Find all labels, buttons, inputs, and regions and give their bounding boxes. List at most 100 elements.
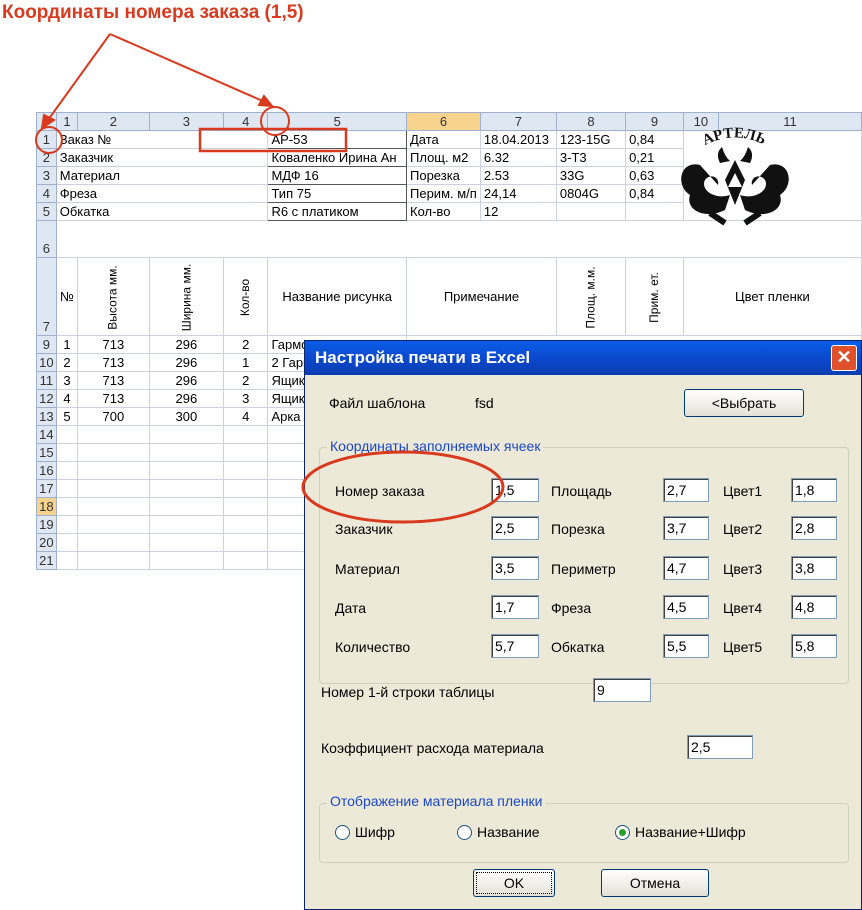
radio-name-code[interactable] (615, 825, 630, 840)
row-header[interactable]: 9 (36, 335, 57, 354)
row-header[interactable]: 1 (36, 130, 57, 149)
cell[interactable]: 2 (55, 353, 79, 372)
row-header[interactable]: 10 (36, 353, 57, 372)
quantity-field[interactable]: 5,7 (491, 634, 539, 658)
cancel-button[interactable]: Отмена (601, 869, 709, 897)
col-header-selected[interactable]: 6 (406, 112, 481, 131)
cell[interactable]: Дата (406, 130, 481, 149)
cell[interactable]: Материал (55, 166, 269, 185)
col-header[interactable]: 2 (77, 112, 150, 131)
header-width[interactable]: Ширина мм. (148, 257, 225, 336)
cell[interactable]: 713 (77, 389, 150, 408)
row-header[interactable]: 19 (36, 515, 57, 534)
customer-field[interactable]: 2,5 (491, 516, 539, 540)
cell[interactable]: 700 (77, 407, 150, 426)
cell[interactable]: 296 (148, 335, 225, 354)
row-header[interactable]: 16 (36, 461, 57, 480)
area-field[interactable]: 2,7 (663, 478, 709, 502)
cell[interactable]: 296 (148, 371, 225, 390)
cell[interactable]: Обкатка (55, 202, 269, 221)
cell[interactable]: 24,14 (479, 184, 557, 203)
cell[interactable]: 296 (148, 389, 225, 408)
row-header[interactable]: 4 (36, 184, 57, 203)
row-header[interactable]: 11 (36, 371, 57, 390)
cell[interactable]: 3 (223, 389, 269, 408)
color4-field[interactable]: 4,8 (791, 595, 837, 619)
cell[interactable]: Заказ № (55, 130, 269, 149)
color1-field[interactable]: 1,8 (791, 478, 837, 502)
cell[interactable]: Перим. м/п (406, 184, 481, 203)
cell[interactable]: 12 (479, 202, 557, 221)
cell[interactable]: 3 (55, 371, 79, 390)
row-header[interactable]: 21 (36, 551, 57, 570)
cell[interactable]: МДФ 16 (267, 166, 407, 185)
cell[interactable]: 18.04.2013 (479, 130, 557, 149)
row-header[interactable]: 6 (36, 220, 57, 258)
cell[interactable]: 2 (223, 335, 269, 354)
cell[interactable]: Тип 75 (267, 184, 407, 203)
cell[interactable]: 300 (148, 407, 225, 426)
header-area[interactable]: Площ. м.м. (555, 257, 627, 336)
cell[interactable] (555, 202, 627, 221)
color3-field[interactable]: 3,8 (791, 556, 837, 580)
color5-field[interactable]: 5,8 (791, 634, 837, 658)
material-field[interactable]: 3,5 (491, 556, 539, 580)
cell[interactable]: 4 (55, 389, 79, 408)
cell-order-number[interactable]: АР-53 (267, 130, 407, 149)
col-header[interactable]: 1 (55, 112, 79, 131)
cell[interactable]: 5 (55, 407, 79, 426)
cell[interactable]: 1 (223, 353, 269, 372)
row-header[interactable]: 12 (36, 389, 57, 408)
cutting-field[interactable]: 3,7 (663, 516, 709, 540)
rolling-field[interactable]: 5,5 (663, 634, 709, 658)
cell[interactable]: 713 (77, 353, 150, 372)
cell[interactable]: 4 (223, 407, 269, 426)
close-icon[interactable]: ✕ (831, 345, 857, 371)
col-header[interactable]: 5 (267, 112, 407, 131)
row-header[interactable]: 15 (36, 443, 57, 462)
row-header[interactable]: 20 (36, 533, 57, 552)
header-note[interactable]: Примечание (406, 257, 557, 336)
cell[interactable]: 3-Т3 (555, 148, 627, 167)
cell[interactable]: 2.53 (479, 166, 557, 185)
row-header[interactable]: 5 (36, 202, 57, 221)
mill-field[interactable]: 4,5 (663, 595, 709, 619)
color2-field[interactable]: 2,8 (791, 516, 837, 540)
radio-code[interactable] (335, 825, 350, 840)
select-all-corner[interactable] (36, 112, 57, 131)
cell[interactable]: Коваленко Ирина Ан (267, 148, 407, 167)
row-header[interactable]: 3 (36, 166, 57, 185)
cell[interactable]: 713 (77, 371, 150, 390)
header-no[interactable]: № (55, 257, 79, 336)
cell[interactable]: 2 (223, 371, 269, 390)
cell[interactable]: Площ. м2 (406, 148, 481, 167)
header-prim[interactable]: Прим. ет. (625, 257, 684, 336)
cell[interactable]: 123-15G (555, 130, 627, 149)
row-header[interactable]: 2 (36, 148, 57, 167)
cell[interactable]: Заказчик (55, 148, 269, 167)
row-header[interactable]: 13 (36, 407, 57, 426)
cell[interactable]: 0804G (555, 184, 627, 203)
choose-button[interactable]: <Выбрать (684, 389, 804, 417)
cell[interactable]: 33G (555, 166, 627, 185)
row-header[interactable]: 7 (36, 257, 57, 336)
cell[interactable]: 6.32 (479, 148, 557, 167)
row-header[interactable]: 17 (36, 479, 57, 498)
row-header[interactable]: 14 (36, 425, 57, 444)
header-film[interactable]: Цвет пленки (682, 257, 862, 336)
col-header[interactable]: 3 (148, 112, 225, 131)
order-number-field[interactable]: 1,5 (491, 478, 539, 502)
col-header[interactable]: 4 (223, 112, 269, 131)
ok-button[interactable]: OK (473, 869, 555, 897)
header-qty[interactable]: Кол-во (223, 257, 269, 336)
perimeter-field[interactable]: 4,7 (663, 556, 709, 580)
coef-field[interactable]: 2,5 (687, 735, 753, 759)
header-height[interactable]: Высота мм. (77, 257, 150, 336)
cell[interactable]: 713 (77, 335, 150, 354)
radio-name[interactable] (457, 825, 472, 840)
col-header[interactable]: 8 (555, 112, 627, 131)
cell[interactable]: Кол-во (406, 202, 481, 221)
cell[interactable]: 296 (148, 353, 225, 372)
first-row-field[interactable]: 9 (593, 678, 651, 702)
cell[interactable]: Фреза (55, 184, 269, 203)
